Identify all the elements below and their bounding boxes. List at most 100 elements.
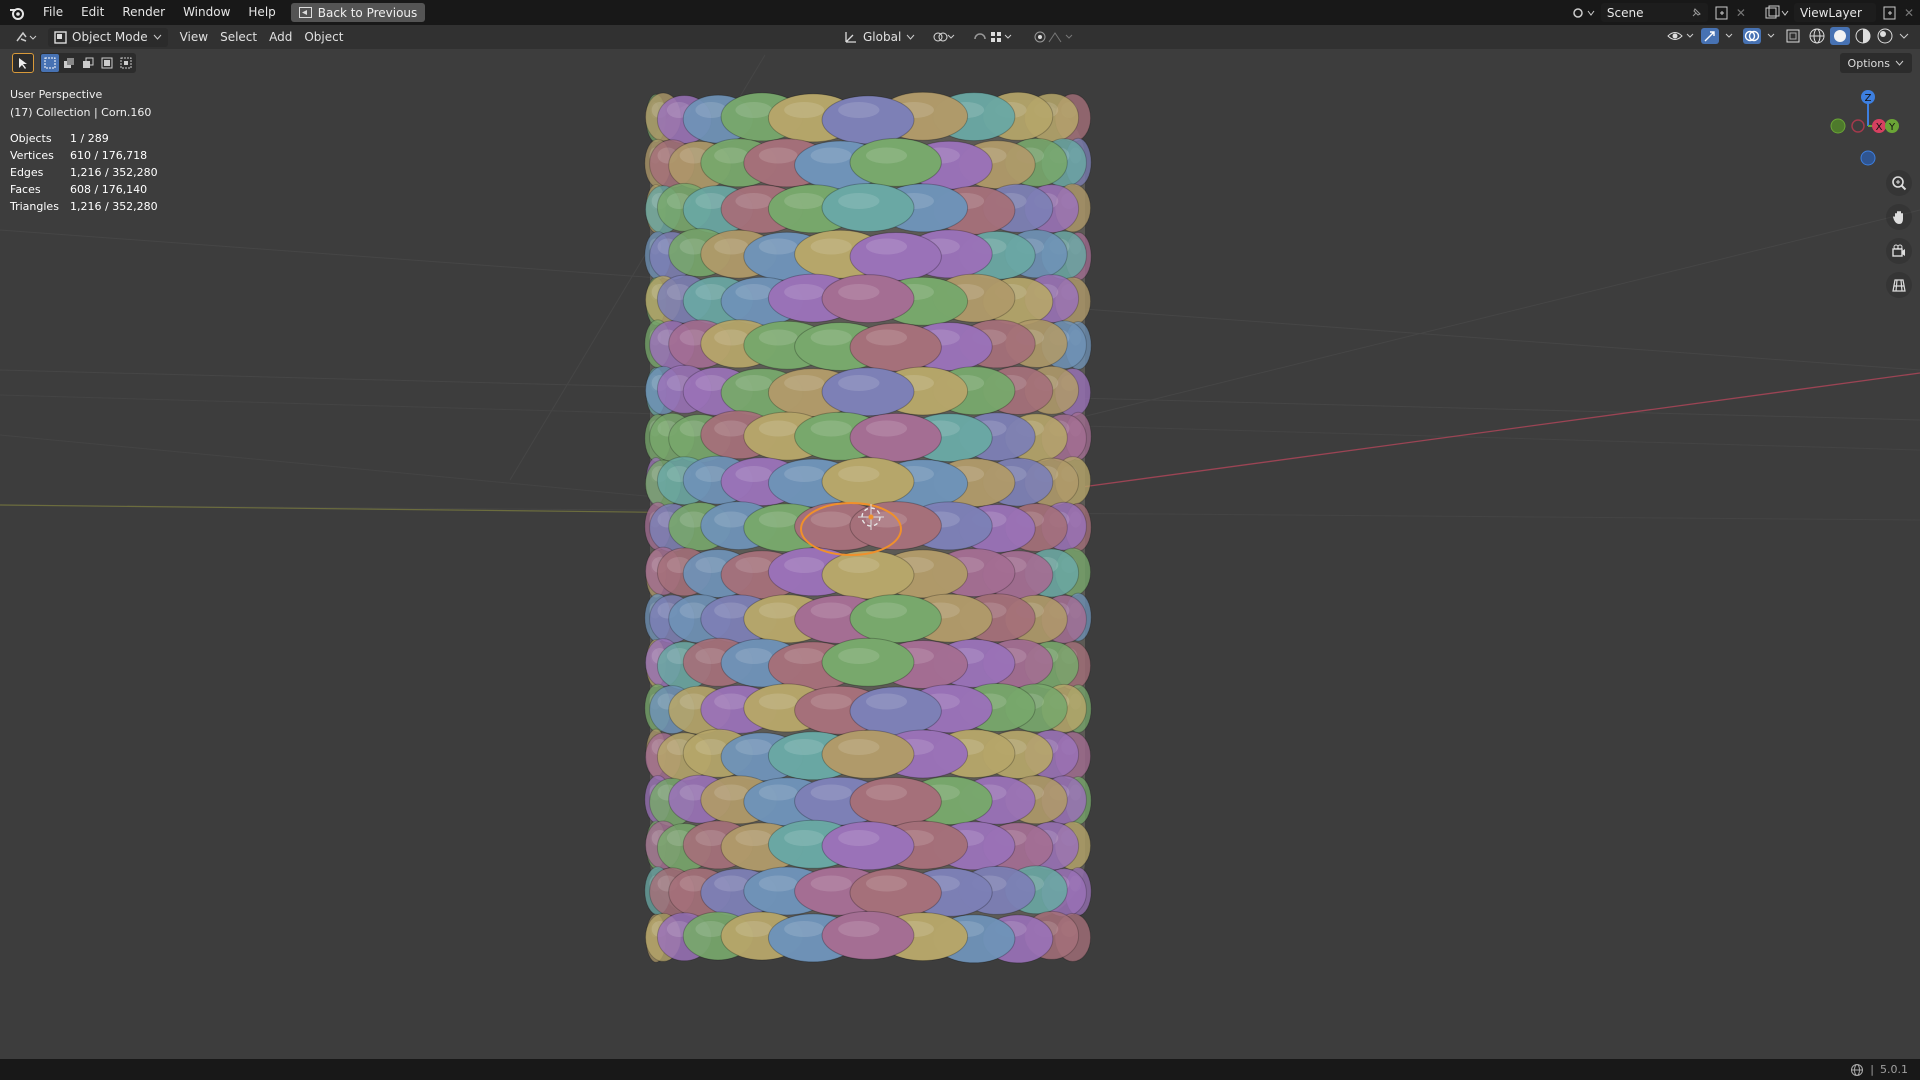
stat-value: 1,216 / 352,280 bbox=[70, 166, 158, 179]
select-extend-button[interactable] bbox=[60, 54, 78, 72]
kernel-highlight bbox=[810, 238, 852, 255]
menu-view[interactable]: View bbox=[174, 28, 214, 47]
camera-icon[interactable] bbox=[1886, 238, 1912, 264]
navigation-gizmo[interactable]: Z X Y bbox=[1820, 85, 1910, 175]
select-new-button[interactable] bbox=[41, 54, 59, 72]
copy-icon[interactable] bbox=[1712, 4, 1732, 22]
kernel-highlight bbox=[865, 420, 908, 437]
kernel-highlight bbox=[714, 238, 749, 255]
kernel-highlight bbox=[865, 238, 908, 255]
scene-statistics: Objects 1 / 289 Vertices 610 / 176,718 Edg… bbox=[10, 130, 158, 215]
kernel-highlight bbox=[838, 466, 880, 482]
visibility-icon[interactable] bbox=[1666, 27, 1696, 45]
back-to-previous-button[interactable]: Back to Previous bbox=[290, 3, 426, 22]
menu-add[interactable]: Add bbox=[263, 28, 298, 47]
menu-render[interactable]: Render bbox=[113, 0, 174, 25]
kernel-highlight bbox=[810, 511, 852, 528]
kernel-highlight bbox=[810, 147, 852, 164]
viewlayer-icon[interactable] bbox=[1762, 4, 1790, 22]
gizmo-y-label: Y bbox=[1888, 122, 1896, 133]
scene-icon[interactable] bbox=[1571, 4, 1597, 22]
kernel-highlight bbox=[758, 420, 798, 437]
kernel-highlight bbox=[758, 693, 798, 710]
kernel-highlight bbox=[758, 875, 798, 892]
view-name: User Perspective bbox=[10, 88, 103, 101]
kernel-highlight bbox=[810, 329, 852, 346]
rendered-shading-icon[interactable] bbox=[1876, 27, 1894, 45]
kernel-highlight bbox=[838, 648, 880, 664]
gizmo-neg-z[interactable] bbox=[1860, 150, 1876, 166]
gizmo-x-label: X bbox=[1876, 122, 1883, 133]
corn-kernel bbox=[849, 594, 942, 644]
select-tool-button[interactable] bbox=[12, 53, 34, 73]
kernel-highlight bbox=[758, 329, 798, 346]
corn-kernel bbox=[849, 686, 942, 736]
stat-label: Faces bbox=[10, 183, 41, 196]
kernel-highlight bbox=[735, 102, 773, 118]
close-viewlayer-icon[interactable]: ✕ bbox=[1904, 6, 1914, 20]
gizmo-neg-x[interactable] bbox=[1851, 119, 1865, 133]
header-right bbox=[1666, 27, 1910, 45]
stat-label: Vertices bbox=[10, 149, 54, 162]
kernel-highlight bbox=[714, 784, 749, 801]
menu-object[interactable]: Object bbox=[298, 28, 349, 47]
pan-icon[interactable] bbox=[1886, 204, 1912, 230]
corn-kernel bbox=[849, 777, 942, 826]
kernel-highlight bbox=[735, 557, 773, 573]
viewport-scene[interactable] bbox=[0, 49, 1920, 1059]
pivot-point-dropdown[interactable] bbox=[927, 27, 961, 46]
pin-icon[interactable] bbox=[1690, 7, 1702, 19]
kernel-highlight bbox=[784, 102, 825, 118]
kernel-highlight bbox=[758, 147, 798, 164]
wireframe-shading-icon[interactable] bbox=[1808, 27, 1826, 45]
zoom-icon[interactable] bbox=[1886, 170, 1912, 196]
select-subtract-button[interactable] bbox=[79, 54, 97, 72]
mode-label: Object Mode bbox=[72, 30, 148, 44]
menu-edit[interactable]: Edit bbox=[72, 0, 113, 25]
kernel-highlight bbox=[735, 284, 773, 300]
menu-select[interactable]: Select bbox=[214, 28, 263, 47]
kernel-highlight bbox=[810, 875, 852, 892]
proportional-editing-toggle[interactable] bbox=[1027, 27, 1083, 46]
grid-icon[interactable] bbox=[1886, 272, 1912, 298]
overlay-icon[interactable] bbox=[1742, 27, 1780, 45]
close-scene-icon[interactable]: ✕ bbox=[1736, 6, 1746, 20]
scene-field[interactable]: Scene bbox=[1600, 3, 1708, 22]
editor-type-button[interactable] bbox=[8, 28, 44, 47]
copy-viewlayer-icon[interactable] bbox=[1880, 4, 1900, 22]
stat-value: 1 / 289 bbox=[70, 132, 109, 145]
kernel-highlight bbox=[758, 238, 798, 255]
kernel-highlight bbox=[865, 602, 908, 619]
transform-orientation-dropdown[interactable]: Global bbox=[838, 27, 921, 46]
kernel-highlight bbox=[735, 739, 773, 755]
kernel-highlight bbox=[838, 193, 880, 209]
collection-info: (17) Collection | Corn.160 bbox=[10, 106, 152, 119]
menu-help[interactable]: Help bbox=[239, 0, 284, 25]
mode-dropdown[interactable]: Object Mode bbox=[48, 27, 168, 47]
blender-logo-icon[interactable] bbox=[0, 0, 34, 25]
material-shading-icon[interactable] bbox=[1854, 27, 1872, 45]
stat-row-triangles: Triangles 1,216 / 352,280 bbox=[10, 198, 158, 215]
header-center: Global bbox=[838, 27, 1083, 46]
select-intersect-button[interactable] bbox=[117, 54, 135, 72]
tool-header bbox=[12, 53, 136, 73]
stat-label: Edges bbox=[10, 166, 44, 179]
version-label: 5.0.1 bbox=[1880, 1063, 1908, 1076]
options-dropdown[interactable]: Options bbox=[1839, 53, 1912, 73]
xray-icon[interactable] bbox=[1784, 27, 1804, 45]
stat-row-faces: Faces 608 / 176,140 bbox=[10, 181, 158, 198]
menu-window[interactable]: Window bbox=[174, 0, 239, 25]
gizmo-neg-y[interactable] bbox=[1830, 118, 1846, 134]
3d-viewport[interactable] bbox=[0, 49, 1920, 1059]
snap-toggle[interactable] bbox=[967, 27, 1021, 46]
solid-shading-icon[interactable] bbox=[1830, 27, 1850, 45]
select-invert-button[interactable] bbox=[98, 54, 116, 72]
kernel-highlight bbox=[865, 875, 908, 892]
selection-mode-group bbox=[40, 53, 136, 73]
back-button-label: Back to Previous bbox=[317, 5, 418, 20]
chevron-down-icon[interactable] bbox=[1898, 27, 1910, 45]
gizmo-icon[interactable] bbox=[1700, 27, 1738, 45]
viewlayer-field[interactable]: ViewLayer bbox=[1793, 3, 1876, 22]
menu-file[interactable]: File bbox=[34, 0, 72, 25]
kernel-highlight bbox=[838, 557, 880, 573]
